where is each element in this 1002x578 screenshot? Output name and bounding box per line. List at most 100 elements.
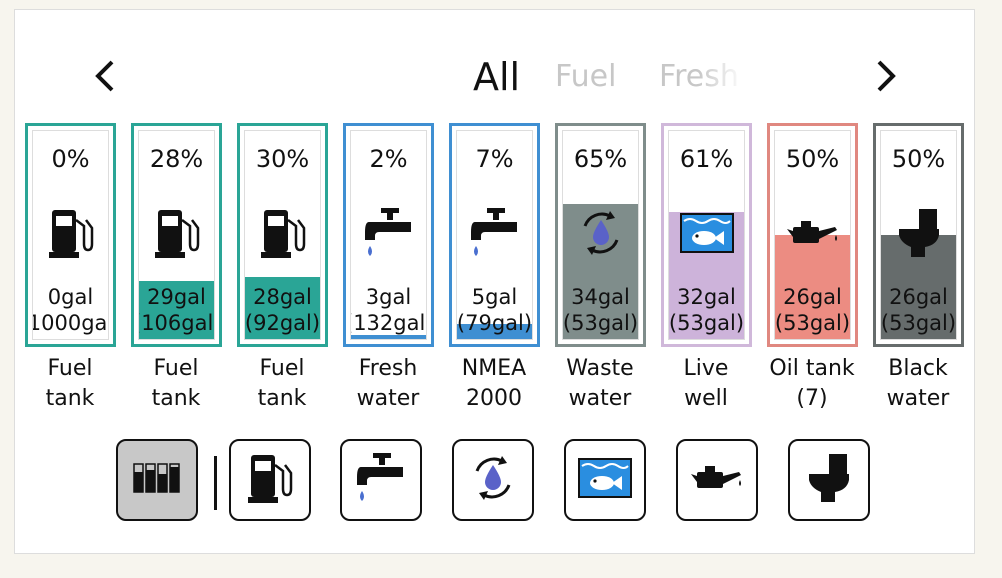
tank-amount: 32gal (677, 285, 736, 309)
filter-button-waste[interactable] (452, 439, 534, 521)
tank-percent: 28% (149, 145, 204, 173)
tank-label: Oil tank (7) (752, 354, 872, 414)
fish-icon (578, 458, 632, 502)
tank-percent: 30% (255, 145, 310, 173)
filter-button-black[interactable] (788, 439, 870, 521)
faucet-icon (351, 205, 426, 261)
tank-gauge-inner: 7% 5gal (79gal) (456, 130, 533, 340)
tank-volume: 32gal (53gal) (668, 284, 745, 336)
tank-label-line1: Fresh (358, 356, 418, 381)
tank-percent: 2% (369, 145, 408, 173)
filter-button-all[interactable] (116, 439, 198, 521)
recycle-drop-icon (563, 205, 638, 261)
tab-fuel[interactable]: Fuel (555, 52, 616, 102)
tank-label-line2: tank (45, 386, 95, 411)
tab-all[interactable]: All (473, 52, 520, 102)
tank-gauge-inner: 50% 26gal (53gal) (880, 130, 957, 340)
fuel-pump-icon (33, 205, 108, 261)
tank-label-line2: 2000 (466, 386, 522, 411)
tank-volume: 34gal (53gal) (563, 284, 638, 336)
fish-icon (669, 205, 744, 261)
tank-volume: 29gal(106gal) (139, 284, 214, 336)
tank-capacity: 1000gal (32, 311, 109, 335)
filter-button-fuel[interactable] (229, 439, 311, 521)
tank-panel: All Fuel Fresh 0% 0gal 1000gal Fuel tank 28% 2… (14, 9, 975, 554)
tank-label: Fuel tank (222, 354, 342, 414)
tank-label: Waste water (540, 354, 660, 414)
tank-volume: 26gal (53gal) (774, 284, 851, 336)
tank-amount: 26gal (783, 285, 842, 309)
tank-capacity: (53gal) (774, 311, 851, 335)
tank-amount: 26gal (889, 285, 948, 309)
tank-gauge-inner: 28% 29gal(106gal) (138, 130, 215, 340)
tank-label-line2: (7) (796, 386, 828, 411)
tank-percent: 7% (475, 145, 514, 173)
next-arrow-button[interactable] (866, 46, 906, 106)
filter-button-livewell[interactable] (564, 439, 646, 521)
tank-percent: 0% (51, 145, 90, 173)
tank-label-line1: Black (888, 356, 948, 381)
tank-amount: 28gal (253, 285, 312, 309)
tank-volume: 26gal (53gal) (880, 284, 957, 336)
tank-gauge-black[interactable]: 50% 26gal (53gal) (873, 123, 964, 347)
all-tanks-icon (132, 461, 182, 499)
tank-capacity: (79gal) (456, 311, 533, 335)
tank-label-line2: well (684, 386, 728, 411)
filter-divider (214, 456, 217, 510)
tank-label-line1: Fuel (153, 356, 199, 381)
tank-label-line2: water (356, 386, 420, 411)
tank-gauge-fresh[interactable]: 7% 5gal (79gal) (449, 123, 540, 347)
tank-label-line1: Fuel (47, 356, 93, 381)
tank-gauge-fuel[interactable]: 0% 0gal 1000gal (25, 123, 116, 347)
tank-label-line1: Waste (566, 356, 634, 381)
tank-label-line2: tank (151, 386, 201, 411)
tank-amount: 34gal (571, 285, 630, 309)
tank-gauge-inner: 65% 34gal (53gal) (562, 130, 639, 340)
tank-gauge-waste[interactable]: 65% 34gal (53gal) (555, 123, 646, 347)
chevron-right-icon (877, 60, 896, 92)
tank-label-line2: water (568, 386, 632, 411)
tank-capacity: (53gal) (880, 311, 957, 335)
tank-label-line2: tank (257, 386, 307, 411)
tab-bar: All Fuel Fresh (15, 50, 976, 110)
tank-percent: 61% (679, 145, 734, 173)
tank-capacity: (92gal) (244, 311, 321, 335)
tank-label-line1: NMEA (461, 356, 527, 381)
filter-button-oil[interactable] (676, 439, 758, 521)
tank-volume: 3gal(132gal) (351, 284, 426, 336)
tank-gauge-inner: 50% 26gal (53gal) (774, 130, 851, 340)
tank-amount: 0gal (47, 285, 94, 309)
tank-label-line1: Fuel (259, 356, 305, 381)
tank-label: Fuel tank (116, 354, 236, 414)
tank-capacity: (53gal) (668, 311, 745, 335)
fuel-pump-icon (139, 205, 214, 261)
tank-percent: 50% (891, 145, 946, 173)
tank-gauge-inner: 30% 28gal (92gal) (244, 130, 321, 340)
tank-gauge-inner: 2% 3gal(132gal) (350, 130, 427, 340)
tank-label-line2: water (886, 386, 950, 411)
tank-gauge-inner: 61% 32gal (53gal) (668, 130, 745, 340)
fuel-pump-icon (247, 451, 293, 509)
tank-volume: 5gal (79gal) (456, 284, 533, 336)
tank-capacity: (106gal) (139, 311, 214, 335)
recycle-drop-icon (468, 453, 518, 507)
faucet-icon (457, 205, 532, 261)
tank-amount: 3gal (365, 285, 412, 309)
tank-label-line1: Live (683, 356, 729, 381)
filter-button-fresh[interactable] (340, 439, 422, 521)
tab-fresh[interactable]: Fresh (659, 52, 745, 102)
tank-capacity: (132gal) (351, 311, 426, 335)
tank-gauge-fresh[interactable]: 2% 3gal(132gal) (343, 123, 434, 347)
tank-gauge-fuel[interactable]: 30% 28gal (92gal) (237, 123, 328, 347)
tank-percent: 65% (573, 145, 628, 173)
oil-can-icon (689, 458, 745, 502)
tank-label: Fuel tank (10, 354, 130, 414)
tank-label: Black water (858, 354, 978, 414)
tank-label: NMEA 2000 (434, 354, 554, 414)
tank-gauge-livewell[interactable]: 61% 32gal (53gal) (661, 123, 752, 347)
tank-gauge-oil[interactable]: 50% 26gal (53gal) (767, 123, 858, 347)
oil-can-icon (775, 205, 850, 261)
tank-gauge-fuel[interactable]: 28% 29gal(106gal) (131, 123, 222, 347)
tank-label-line1: Oil tank (769, 356, 855, 381)
tank-volume: 0gal 1000gal (32, 284, 109, 336)
